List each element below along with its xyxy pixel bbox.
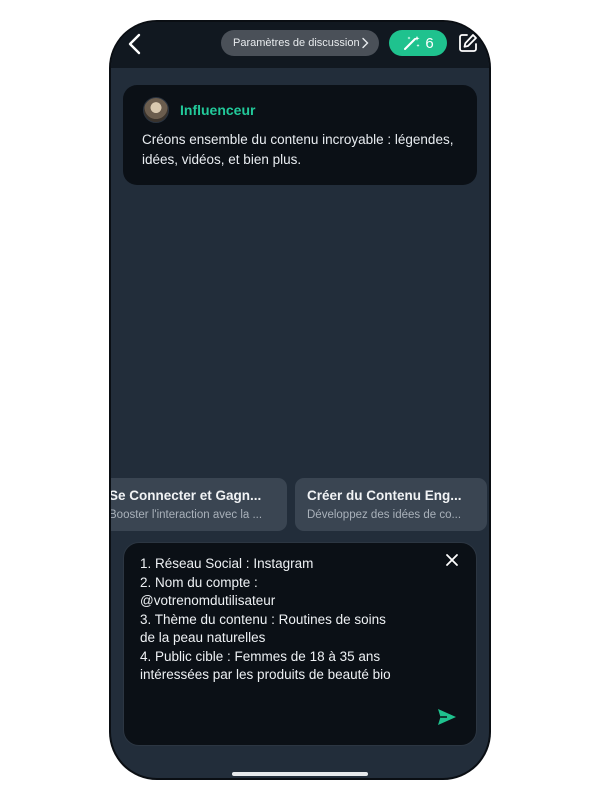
suggestion-title: Créer du Contenu Eng... xyxy=(307,488,462,503)
credits-button[interactable]: 6 xyxy=(389,30,447,56)
suggestion-card[interactable]: Créer du Contenu Eng... Développez des i… xyxy=(295,478,487,531)
chat-screen: Paramètres de discussion 6 Influenceur C… xyxy=(111,22,489,778)
suggestion-carousel[interactable]: Se Connecter et Gagn... Booster l'intera… xyxy=(111,478,489,534)
edit-icon xyxy=(459,34,477,52)
message-composer[interactable]: 1. Réseau Social : Instagram 2. Nom du c… xyxy=(123,542,477,746)
agent-name: Influenceur xyxy=(180,102,256,118)
suggestion-subtitle: Développez des idées de co... xyxy=(307,509,462,521)
credits-count: 6 xyxy=(425,34,434,52)
phone-frame: Paramètres de discussion 6 Influenceur C… xyxy=(111,22,489,778)
top-bar: Paramètres de discussion 6 xyxy=(111,22,489,68)
magic-wand-icon xyxy=(404,36,420,50)
intro-message: Créons ensemble du contenu incroyable : … xyxy=(142,132,454,167)
back-button[interactable] xyxy=(125,32,145,56)
suggestion-subtitle: Booster l'interaction avec la ... xyxy=(111,509,263,521)
new-chat-button[interactable] xyxy=(457,32,479,54)
avatar xyxy=(143,97,169,123)
send-button[interactable] xyxy=(436,707,458,727)
chevron-right-icon xyxy=(362,37,369,49)
close-icon xyxy=(446,554,458,566)
send-icon xyxy=(438,709,456,725)
assistant-intro-card: Influenceur Créons ensemble du contenu i… xyxy=(123,85,477,185)
message-input[interactable]: 1. Réseau Social : Instagram 2. Nom du c… xyxy=(140,555,436,685)
chevron-left-icon xyxy=(128,33,141,55)
chat-settings-label: Paramètres de discussion xyxy=(233,37,360,49)
home-indicator xyxy=(232,772,368,776)
chat-settings-button[interactable]: Paramètres de discussion xyxy=(221,30,379,56)
suggestion-card[interactable]: Se Connecter et Gagn... Booster l'intera… xyxy=(111,478,287,531)
suggestion-title: Se Connecter et Gagn... xyxy=(111,488,262,503)
clear-input-button[interactable] xyxy=(444,552,460,568)
